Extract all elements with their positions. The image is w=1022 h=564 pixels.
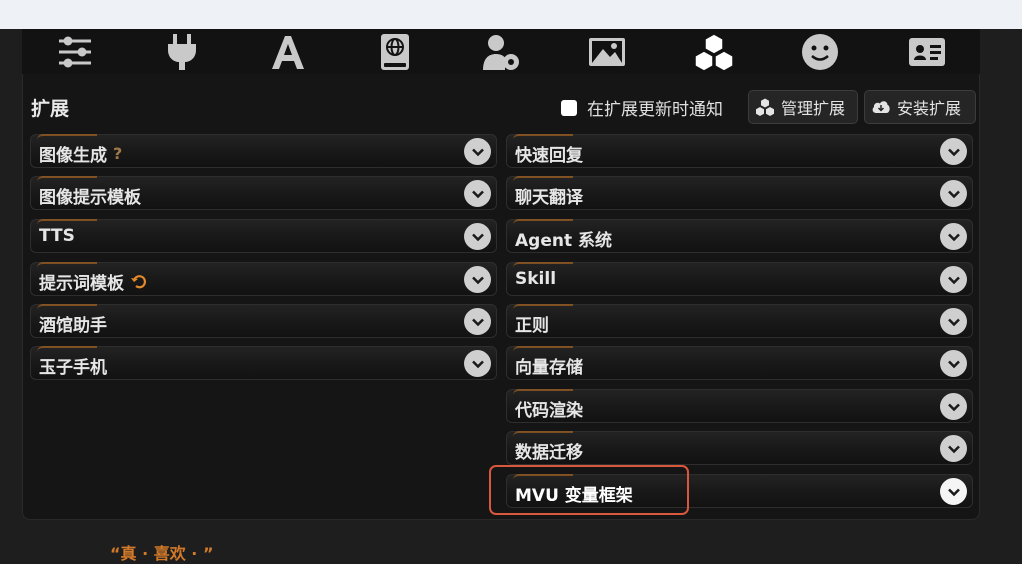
cubes-icon <box>755 97 775 117</box>
drawer-label: 图像提示模板 <box>39 188 141 208</box>
font-icon[interactable] <box>265 32 311 72</box>
drawer-image-generation[interactable]: 图像生成? <box>30 134 497 168</box>
chevron-down-icon[interactable] <box>464 138 491 165</box>
image-icon[interactable] <box>584 32 630 72</box>
drawer-image-prompt-template[interactable]: 图像提示模板 <box>30 176 497 210</box>
drawer-label: TTS <box>39 226 75 246</box>
drawer-label: 图像生成 <box>39 146 107 166</box>
highlight-box <box>489 465 689 515</box>
install-extension-button[interactable]: 安装扩展 <box>864 90 976 124</box>
notify-on-update-toggle[interactable]: 在扩展更新时通知 <box>561 95 723 120</box>
id-card-icon[interactable] <box>904 32 950 72</box>
panel-title: 扩展 <box>31 98 70 120</box>
drawer-data-migration[interactable]: 数据迁移 <box>506 431 973 465</box>
chevron-down-icon[interactable] <box>464 266 491 293</box>
drawer-label: 提示词模板 <box>39 274 124 294</box>
chevron-down-icon[interactable] <box>464 180 491 207</box>
drawer-chat-translate[interactable]: 聊天翻译 <box>506 176 973 210</box>
drawer-quick-reply[interactable]: 快速回复 <box>506 134 973 168</box>
chevron-down-icon[interactable] <box>940 350 967 377</box>
manage-extensions-label: 管理扩展 <box>781 99 846 118</box>
chevron-down-icon[interactable] <box>940 478 967 505</box>
cloud-download-icon <box>872 101 890 113</box>
chevron-down-icon[interactable] <box>940 435 967 462</box>
drawer-label: Skill <box>515 269 557 289</box>
drawer-tts[interactable]: TTS <box>30 219 497 253</box>
chevron-down-icon[interactable] <box>464 308 491 335</box>
extensions-header: 扩展 在扩展更新时通知 管理扩展 安装扩展 <box>31 90 976 124</box>
notify-checkbox[interactable] <box>561 99 577 116</box>
drawer-label: 玉子手机 <box>39 358 107 378</box>
drawer-tavern-helper[interactable]: 酒馆助手 <box>30 304 497 338</box>
drawer-agent-system[interactable]: Agent 系统 <box>506 219 973 253</box>
install-extension-label: 安装扩展 <box>897 99 962 118</box>
drawer-code-render[interactable]: 代码渲染 <box>506 389 973 423</box>
sliders-icon[interactable] <box>52 32 98 72</box>
cubes-icon[interactable] <box>691 32 737 72</box>
help-badge[interactable]: ? <box>113 144 122 163</box>
drawer-skill[interactable]: Skill <box>506 262 973 296</box>
drawer-label: 快速回复 <box>515 146 583 166</box>
top-navigation-bar <box>22 29 980 74</box>
user-gear-icon[interactable] <box>478 32 524 72</box>
chevron-down-icon[interactable] <box>940 180 967 207</box>
chevron-down-icon[interactable] <box>940 138 967 165</box>
drawer-label: 聊天翻译 <box>515 188 583 208</box>
drawer-vector-storage[interactable]: 向量存储 <box>506 346 973 380</box>
chevron-down-icon[interactable] <box>464 350 491 377</box>
chevron-down-icon[interactable] <box>940 266 967 293</box>
manage-extensions-button[interactable]: 管理扩展 <box>748 90 858 124</box>
notify-label: 在扩展更新时通知 <box>587 100 723 120</box>
drawer-yuzi-phone[interactable]: 玉子手机 <box>30 346 497 380</box>
browser-top-strip <box>0 0 1022 29</box>
drawer-prompt-template[interactable]: 提示词模板 <box>30 262 497 296</box>
drawer-label: 数据迁移 <box>515 443 583 463</box>
smile-icon[interactable] <box>797 32 843 72</box>
drawer-label: 向量存储 <box>515 358 583 378</box>
drawer-label: 正则 <box>515 316 549 336</box>
chevron-down-icon[interactable] <box>940 308 967 335</box>
chevron-down-icon[interactable] <box>464 223 491 250</box>
drawer-label: Agent 系统 <box>515 231 613 251</box>
rotate-icon[interactable] <box>130 273 148 291</box>
plug-icon[interactable] <box>159 32 205 72</box>
chevron-down-icon[interactable] <box>940 393 967 420</box>
drawer-label: 代码渲染 <box>515 401 583 421</box>
bottom-text: “真 · 喜欢 · ” <box>110 544 214 563</box>
drawer-label: 酒馆助手 <box>39 316 107 336</box>
drawer-regex[interactable]: 正则 <box>506 304 973 338</box>
chevron-down-icon[interactable] <box>940 223 967 250</box>
book-globe-icon[interactable] <box>372 32 418 72</box>
